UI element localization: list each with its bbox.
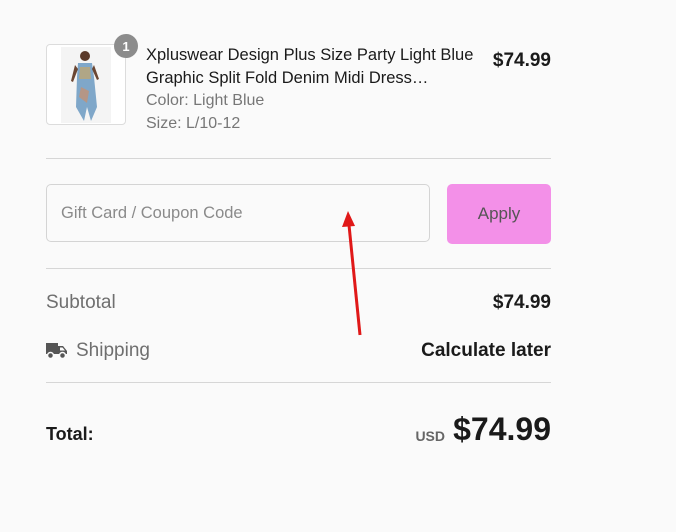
subtotal-label: Subtotal (46, 292, 116, 313)
divider (46, 268, 551, 269)
cart-line-item: 1 Xpluswear Design Plus Size Party Light… (46, 34, 551, 136)
product-name: Xpluswear Design Plus Size Party Light B… (146, 46, 474, 87)
product-price: $74.99 (492, 50, 551, 71)
total-value: $74.99 (453, 411, 551, 447)
order-summary: 1 Xpluswear Design Plus Size Party Light… (46, 0, 551, 532)
product-color: Color: Light Blue (146, 92, 265, 109)
product-thumbnail[interactable] (46, 44, 126, 125)
product-image (61, 47, 111, 123)
product-size: Size: L/10-12 (146, 115, 241, 132)
subtotal-value: $74.99 (492, 292, 551, 313)
quantity-badge: 1 (114, 34, 138, 58)
currency-code: USD (415, 428, 445, 444)
truck-icon (46, 343, 67, 360)
divider (46, 158, 551, 159)
apply-button[interactable]: Apply (447, 184, 551, 244)
coupon-code-input[interactable] (46, 184, 430, 242)
divider (46, 382, 551, 383)
total-label: Total: (46, 424, 94, 444)
shipping-value: Calculate later (421, 340, 551, 361)
shipping-label: Shipping (76, 340, 150, 361)
